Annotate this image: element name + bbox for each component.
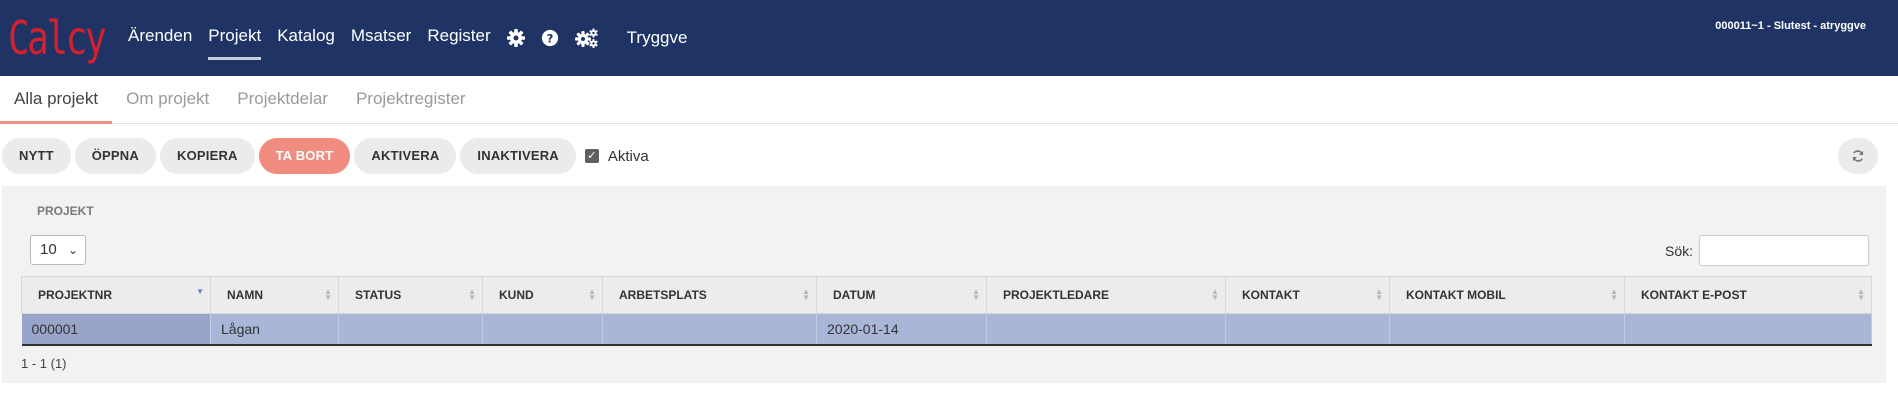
nav-item-katalog[interactable]: Katalog <box>269 0 343 76</box>
page-size-value: 10 <box>40 241 57 258</box>
help-icon[interactable]: ? <box>533 0 567 76</box>
nav-item-projekt[interactable]: Projekt <box>200 0 269 76</box>
project-table: PROJEKTNR ▼ NAMN ▲ ▼ STATUS ▲ ▼ KUND ▲ ▼ ARBETS… <box>21 276 1872 346</box>
tab-om-projekt[interactable]: Om projekt <box>112 76 223 123</box>
active-filter-label: Aktiva <box>607 147 649 165</box>
checkmark-icon[interactable]: ✓ <box>584 149 599 163</box>
column-header[interactable]: KUND ▲ ▼ <box>482 276 603 314</box>
chevron-down-icon: ⌄ <box>67 243 78 257</box>
active-filter-checkbox[interactable]: ✓ Aktiva <box>584 147 649 165</box>
page-size-select[interactable]: 10 ⌄ <box>30 235 86 265</box>
app-logo[interactable]: Calcy <box>8 0 107 76</box>
svg-text:?: ? <box>546 32 553 46</box>
sort-icon: ▲ ▼ <box>1211 287 1219 302</box>
cell-kontakt-epost <box>1624 313 1872 346</box>
column-header[interactable]: DATUM ▲ ▼ <box>816 276 987 314</box>
refresh-button[interactable] <box>1838 138 1878 174</box>
sort-icon: ▲ ▼ <box>802 287 810 302</box>
gears-icon[interactable] <box>567 0 607 76</box>
cell-projektledare <box>986 313 1226 346</box>
delete-button[interactable]: TA BORT <box>258 138 351 174</box>
nav-user[interactable]: Tryggve <box>627 28 688 48</box>
column-header[interactable]: KONTAKT MOBIL ▲ ▼ <box>1389 276 1625 314</box>
cell-projektnr: 000001 <box>21 313 211 346</box>
cell-kontakt <box>1225 313 1390 346</box>
column-header[interactable]: NAMN ▲ ▼ <box>210 276 339 314</box>
cell-status <box>338 313 483 346</box>
deactivate-button[interactable]: INAKTIVERA <box>460 138 576 174</box>
table-header-row: PROJEKTNR ▼ NAMN ▲ ▼ STATUS ▲ ▼ KUND ▲ ▼ ARBETS… <box>21 276 1872 314</box>
cell-kontakt-mobil <box>1389 313 1625 346</box>
record-count: 1 - 1 (1) <box>21 356 67 371</box>
cell-arbetsplats <box>602 313 817 346</box>
tab-projektdelar[interactable]: Projektdelar <box>223 76 342 123</box>
sort-desc-icon: ▼ <box>196 287 204 296</box>
nav-item-msatser[interactable]: Msatser <box>343 0 419 76</box>
column-header[interactable]: PROJEKTNR ▼ <box>21 276 211 314</box>
main-nav: Ärenden Projekt Katalog Msatser Register… <box>120 0 687 76</box>
sort-icon: ▲ ▼ <box>1375 287 1383 302</box>
copy-button[interactable]: KOPIERA <box>159 138 255 174</box>
column-header[interactable]: KONTAKT ▲ ▼ <box>1225 276 1390 314</box>
table-row[interactable]: 000001 Lågan 2020-01-14 <box>21 313 1872 346</box>
column-header[interactable]: STATUS ▲ ▼ <box>338 276 483 314</box>
toolbar: NYTT ÖPPNA KOPIERA TA BORT AKTIVERA INAK… <box>0 124 1898 188</box>
cell-datum: 2020-01-14 <box>816 313 987 346</box>
sort-icon: ▲ ▼ <box>324 287 332 302</box>
new-button[interactable]: NYTT <box>2 138 71 174</box>
tab-bar: Alla projekt Om projekt Projektdelar Pro… <box>0 76 1898 124</box>
cell-namn: Lågan <box>210 313 339 346</box>
gear-icon[interactable] <box>499 0 533 76</box>
refresh-icon <box>1852 150 1864 162</box>
sort-icon: ▲ ▼ <box>1857 287 1865 302</box>
column-header[interactable]: ARBETSPLATS ▲ ▼ <box>602 276 817 314</box>
top-navbar: Calcy Ärenden Projekt Katalog Msatser Re… <box>0 0 1898 76</box>
activate-button[interactable]: AKTIVERA <box>354 138 457 174</box>
open-button[interactable]: ÖPPNA <box>74 138 156 174</box>
panel-title: PROJEKT <box>37 204 94 218</box>
project-panel: PROJEKT 10 ⌄ Sök: PROJEKTNR ▼ NAMN ▲ ▼ STAT… <box>2 186 1886 383</box>
sort-icon: ▲ ▼ <box>588 287 596 302</box>
tab-projektregister[interactable]: Projektregister <box>342 76 480 123</box>
search-label: Sök: <box>1665 243 1694 259</box>
sort-icon: ▲ ▼ <box>468 287 476 302</box>
search-input[interactable] <box>1699 235 1869 266</box>
sort-icon: ▲ ▼ <box>1610 287 1618 302</box>
column-header[interactable]: PROJEKTLEDARE ▲ ▼ <box>986 276 1226 314</box>
sort-icon: ▲ ▼ <box>972 287 980 302</box>
nav-item-register[interactable]: Register <box>419 0 498 76</box>
session-info: 000011~1 - Slutest - atryggve <box>1715 20 1866 32</box>
tab-alla-projekt[interactable]: Alla projekt <box>0 76 113 124</box>
cell-kund <box>482 313 603 346</box>
nav-item-arenden[interactable]: Ärenden <box>120 0 200 76</box>
column-header[interactable]: KONTAKT E-POST ▲ ▼ <box>1624 276 1872 314</box>
